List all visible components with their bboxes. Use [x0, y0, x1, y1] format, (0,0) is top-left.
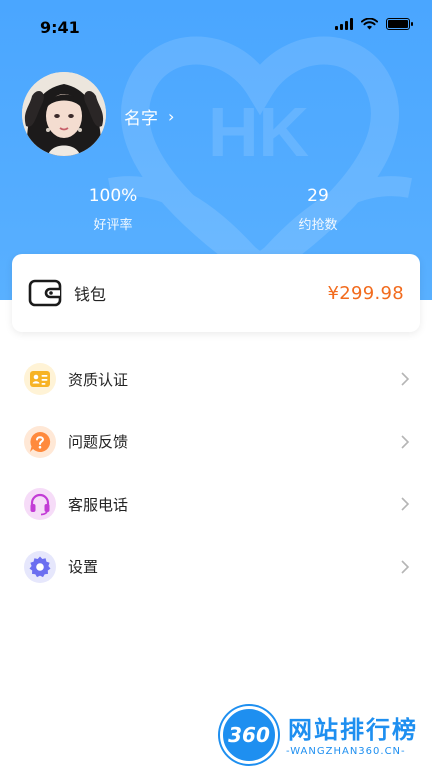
wallet-card[interactable]: 钱包 ¥299.98	[12, 254, 420, 332]
watermark-url: -WANGZHAN360.CN-	[286, 746, 406, 757]
cellular-signal-icon	[335, 18, 353, 30]
menu-item-qualification[interactable]: 资质认证	[0, 348, 432, 411]
chevron-right-icon	[401, 497, 410, 511]
stat-rating-value: 100%	[88, 186, 138, 206]
chevron-right-icon	[401, 560, 410, 574]
svg-text:HK: HK	[208, 93, 309, 171]
chevron-right-icon	[401, 372, 410, 386]
menu-list: 资质认证 问题反馈 客服电话 设置	[0, 348, 432, 598]
avatar-portrait	[22, 72, 106, 156]
watermark-title: 网站排行榜	[288, 716, 418, 744]
status-time: 9:41	[40, 18, 80, 37]
menu-label-feedback: 问题反馈	[68, 433, 129, 452]
menu-item-feedback[interactable]: 问题反馈	[0, 411, 432, 474]
menu-label-qualification: 资质认证	[68, 370, 129, 389]
profile-name-link[interactable]: 名字 ›	[124, 104, 174, 129]
chevron-right-icon: ›	[168, 106, 175, 126]
status-icons	[335, 18, 413, 30]
watermark-360: 360 网站排行榜 -WANGZHAN360.CN-	[220, 704, 432, 768]
stat-rating-label: 好评率	[93, 218, 133, 233]
chevron-right-icon	[401, 435, 410, 449]
menu-label-customer-service: 客服电话	[68, 495, 129, 514]
menu-item-customer-service[interactable]: 客服电话	[0, 473, 432, 536]
avatar[interactable]	[22, 72, 106, 156]
battery-icon	[386, 18, 413, 30]
wallet-icon	[28, 279, 62, 307]
hk-heart-logo: HK	[108, 36, 412, 286]
stat-rating: 100% 好评率	[53, 186, 173, 233]
gear-icon	[24, 550, 56, 583]
menu-label-settings: 设置	[68, 558, 99, 577]
question-bubble-icon	[24, 425, 56, 458]
stat-grabs-value: 29	[307, 186, 329, 206]
360-logo: 360	[220, 706, 278, 764]
status-bar: 9:41	[0, 0, 432, 56]
stat-grabs: 29 约抢数	[258, 186, 378, 233]
headset-icon	[24, 488, 56, 521]
wallet-label: 钱包	[74, 285, 107, 304]
id-card-icon	[24, 363, 56, 396]
menu-item-settings[interactable]: 设置	[0, 536, 432, 599]
wallet-balance: ¥299.98	[327, 282, 404, 304]
profile-name: 名字	[124, 109, 158, 129]
stat-grabs-label: 约抢数	[298, 218, 338, 233]
wifi-icon	[361, 18, 378, 30]
